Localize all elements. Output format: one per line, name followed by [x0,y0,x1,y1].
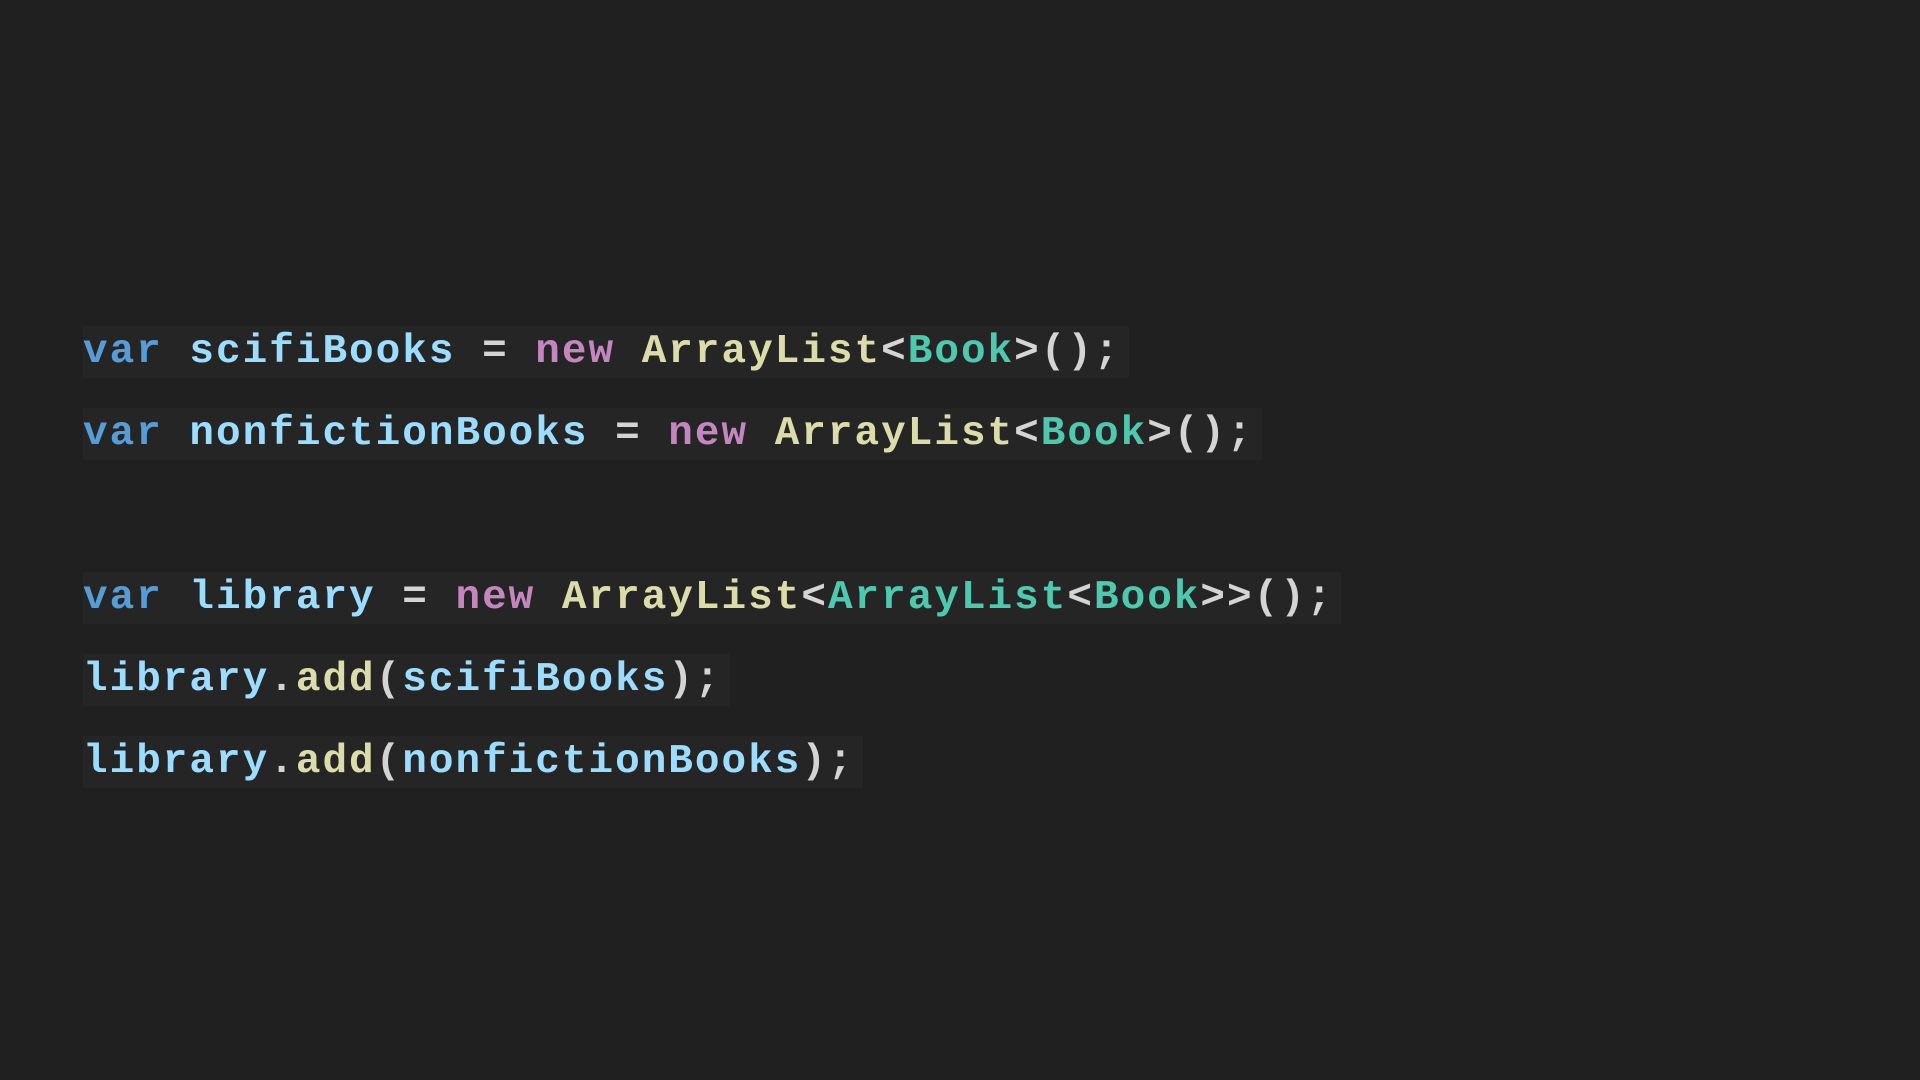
code-token-punct: (); [1173,411,1254,458]
code-token-keyword: var [83,411,163,458]
code-token-keyword: var [83,329,163,376]
code-token-punct: ( [375,739,403,786]
code-token-operator: = [455,329,536,376]
code-line-content: var library = new ArrayList<ArrayList<Bo… [83,572,1342,625]
code-token-punct: >> [1200,575,1254,622]
code-token-punct [535,575,562,621]
code-token-variable: scifiBooks [189,329,456,376]
code-token-operator: = [375,575,456,622]
code-token-class-name: ArrayList [774,411,1015,458]
code-token-punct: . [269,739,296,786]
code-line: var nonfictionBooks = new ArrayList<Book… [83,394,1341,476]
code-line: library.add(nonfictionBooks); [83,722,1341,804]
code-token-punct [748,411,775,457]
code-token-punct: < [1014,411,1041,458]
code-line: var library = new ArrayList<ArrayList<Bo… [83,558,1342,640]
code-token-punct: (); [1253,575,1334,622]
code-token-variable: nonfictionBooks [189,411,589,458]
code-token-new-keyword: new [535,329,616,376]
code-token-new-keyword: new [455,575,536,622]
code-token-punct [163,575,190,621]
code-token-variable: library [189,575,376,622]
code-line-content: library.add(nonfictionBooks); [83,736,863,789]
code-token-operator: = [588,411,669,458]
code-token-punct: ); [801,739,855,786]
code-token-type-param: ArrayList [827,575,1068,622]
code-token-variable: scifiBooks [402,657,669,704]
code-token-punct: > [1147,411,1174,458]
code-token-new-keyword: new [668,411,749,458]
code-token-variable: library [83,657,270,704]
code-token-punct: ( [375,657,403,704]
code-token-type-param: Book [1040,411,1148,458]
code-token-punct: < [1067,575,1094,622]
code-token-variable: library [83,739,270,786]
code-token-punct: < [801,575,828,622]
code-block[interactable]: var scifiBooks = new ArrayList<Book>(); v… [83,312,1342,804]
code-token-method: add [295,657,376,704]
code-token-type-param: Book [907,329,1015,376]
code-token-punct: (); [1040,329,1121,376]
code-token-punct [615,329,642,375]
code-token-punct [163,411,190,457]
code-line: var scifiBooks = new ArrayList<Book>(); [83,312,1341,394]
code-line: library.add(scifiBooks); [83,640,1341,722]
code-token-class-name: ArrayList [641,329,882,376]
code-token-punct: ); [668,657,722,704]
code-token-keyword: var [83,575,163,622]
code-token-punct [163,329,190,375]
code-line-content: library.add(scifiBooks); [83,654,730,707]
code-token-class-name: ArrayList [561,575,802,622]
code-token-punct: < [881,329,908,376]
code-token-punct: > [1014,329,1041,376]
code-token-method: add [295,739,376,786]
code-token-type-param: Book [1093,575,1201,622]
code-line-content: var scifiBooks = new ArrayList<Book>(); [83,326,1129,379]
code-editor[interactable]: var scifiBooks = new ArrayList<Book>(); v… [0,0,1920,1080]
code-line-content: var nonfictionBooks = new ArrayList<Book… [83,408,1262,461]
code-token-punct: . [269,657,296,704]
code-token-variable: nonfictionBooks [402,739,802,786]
